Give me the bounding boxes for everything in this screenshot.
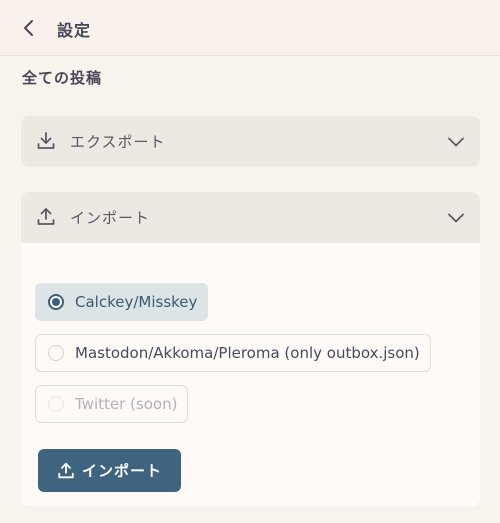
radio-option-calckey[interactable]: Calckey/Misskey [35, 283, 209, 321]
radio-indicator [48, 345, 64, 361]
export-fold-label: エクスポート [70, 133, 166, 151]
radio-option-label: Twitter (soon) [75, 395, 178, 413]
chevron-left-icon [24, 20, 33, 36]
download-icon [37, 132, 55, 149]
back-button[interactable] [16, 15, 42, 41]
radio-option-label: Calckey/Misskey [75, 293, 198, 311]
import-button[interactable]: インポート [38, 449, 181, 492]
import-fold-label: インポート [70, 209, 151, 227]
page-title: 設定 [57, 21, 92, 40]
section-title: 全ての投稿 [22, 69, 103, 87]
chevron-down-icon [448, 137, 464, 147]
page-header: 設定 [0, 0, 500, 56]
radio-option-label: Mastodon/Akkoma/Pleroma (only outbox.jso… [75, 344, 420, 362]
export-fold-header[interactable]: エクスポート [21, 116, 480, 167]
radio-option-mastodon[interactable]: Mastodon/Akkoma/Pleroma (only outbox.jso… [35, 334, 431, 372]
import-fold-body: Calckey/Misskey Mastodon/Akkoma/Pleroma … [21, 243, 480, 506]
radio-option-twitter: Twitter (soon) [35, 385, 189, 423]
radio-indicator [48, 294, 64, 310]
import-fold: インポート Calckey/Misskey Mastodon/Akkoma/Pl… [21, 192, 480, 506]
radio-indicator [48, 396, 64, 412]
export-fold: エクスポート [21, 116, 480, 167]
upload-icon [58, 462, 74, 478]
upload-icon [37, 208, 55, 225]
import-fold-header[interactable]: インポート [21, 192, 480, 243]
import-button-label: インポート [81, 462, 162, 480]
chevron-down-icon [448, 213, 464, 223]
